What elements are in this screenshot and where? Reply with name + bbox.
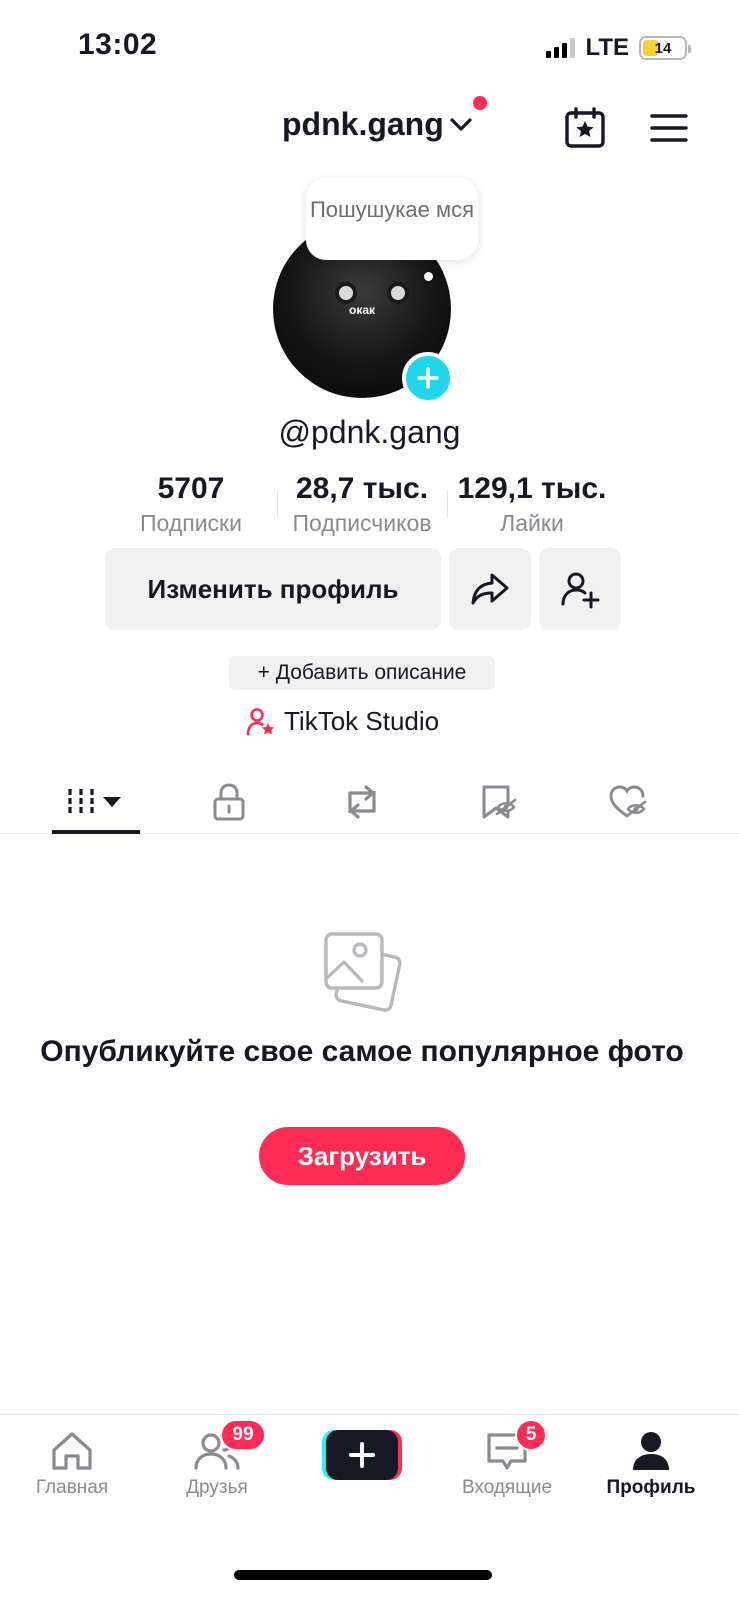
profile-icon [633, 1432, 669, 1470]
status-time: 13:02 [78, 28, 158, 61]
avatar-eye [335, 282, 357, 304]
battery-icon: 14 [639, 36, 691, 60]
studio-user-star-icon [246, 707, 275, 735]
tab-reposts[interactable] [318, 770, 406, 834]
stat-value: 5707 [157, 472, 225, 505]
inbox-badge: 5 [515, 1419, 547, 1451]
notification-dot [473, 96, 487, 110]
avatar-eye [387, 282, 409, 304]
tiktok-studio-link[interactable]: TikTok Studio [246, 706, 439, 737]
hamburger-menu-icon [650, 114, 688, 142]
photos-icon [318, 926, 408, 1016]
nav-home[interactable]: Главная [17, 1427, 127, 1499]
battery-level: 14 [654, 39, 672, 57]
bubble-tail [424, 272, 433, 281]
status-icons: LTE 14 [546, 34, 691, 62]
add-friends-button[interactable] [539, 548, 621, 630]
content-tabs [0, 770, 739, 834]
nav-profile[interactable]: Профиль [596, 1427, 706, 1499]
active-tab-indicator [52, 830, 140, 834]
add-user-icon [561, 572, 600, 609]
tab-private[interactable] [185, 770, 273, 834]
home-indicator [234, 1570, 492, 1580]
plus-icon [417, 367, 439, 389]
edit-profile-button[interactable]: Изменить профиль [105, 548, 441, 630]
liked-hidden-icon [609, 785, 647, 818]
lock-icon [213, 783, 245, 821]
friends-badge: 99 [220, 1419, 266, 1451]
avatar-caption: окак [348, 303, 375, 317]
stat-label: Лайки [500, 510, 564, 536]
stat-divider [277, 490, 278, 518]
empty-state-title: Опубликуйте свое самое популярное фото [40, 1035, 684, 1068]
nav-friends-label: Друзья [186, 1477, 248, 1498]
plus-icon [349, 1442, 375, 1468]
nav-inbox-label: Входящие [461, 1477, 553, 1498]
stat-following[interactable]: 5707 Подписки [120, 472, 262, 537]
account-switcher[interactable]: pdnk.gang [282, 106, 472, 143]
home-icon [52, 1432, 92, 1470]
menu-button[interactable] [649, 108, 689, 148]
repost-icon [348, 785, 376, 819]
upload-button[interactable]: Загрузить [259, 1127, 465, 1185]
stat-followers[interactable]: 28,7 тыс. Подписчиков [280, 472, 444, 537]
stat-value: 129,1 тыс. [457, 472, 607, 505]
grid-icon [68, 789, 121, 815]
studio-label: TikTok Studio [284, 706, 440, 736]
create-button[interactable] [322, 1430, 402, 1480]
tab-liked[interactable] [584, 770, 672, 834]
signal-icon [546, 38, 576, 58]
chevron-down-icon [450, 117, 472, 131]
stat-label: Подписчиков [292, 510, 432, 536]
tab-videos[interactable] [52, 770, 140, 834]
add-story-button[interactable] [402, 352, 454, 404]
saved-hidden-icon [482, 785, 517, 819]
profile-handle: @pdnk.gang [278, 414, 461, 450]
stat-divider [447, 490, 448, 518]
profile-header: pdnk.gang [0, 96, 739, 160]
calendar-star-icon [565, 107, 605, 148]
add-description-button[interactable]: + Добавить описание [229, 656, 495, 690]
nav-profile-label: Профиль [606, 1477, 696, 1498]
stat-likes[interactable]: 129,1 тыс. Лайки [450, 472, 614, 537]
nav-home-label: Главная [35, 1477, 109, 1498]
share-profile-button[interactable] [449, 548, 531, 630]
calendar-star-button[interactable] [563, 106, 607, 150]
create-button-face [326, 1430, 398, 1480]
stat-value: 28,7 тыс. [295, 472, 429, 505]
share-arrow-icon [471, 573, 509, 605]
network-type: LTE [585, 34, 629, 61]
tab-saved[interactable] [454, 770, 542, 834]
status-bubble[interactable]: Пошушукае мся [306, 178, 478, 260]
header-username: pdnk.gang [282, 106, 444, 142]
stat-label: Подписки [140, 510, 242, 536]
